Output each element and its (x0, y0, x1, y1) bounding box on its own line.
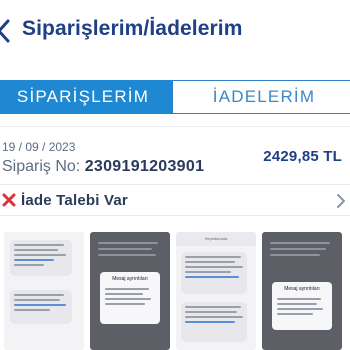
order-amount: 2429,85 TL (263, 148, 342, 165)
attachment-thumbnail[interactable]: Mesaj ayrıntıları (90, 232, 170, 350)
text-line (277, 303, 317, 305)
return-request-label: İade Talebi Var (21, 192, 128, 209)
text-line (14, 264, 44, 266)
order-date: 19 / 09 / 2023 (2, 140, 76, 154)
text-line (14, 309, 50, 311)
tab-returns[interactable]: İADELERİM (172, 80, 350, 114)
text-line (185, 261, 235, 263)
order-number: 2309191203901 (84, 158, 205, 175)
attachment-thumbnails: Mesaj ayrıntıları Hepsiburada Mesaj ayrı… (0, 232, 350, 350)
tab-bar: SİPARİŞLERİM İADELERİM (0, 80, 350, 114)
message-details-dialog: Mesaj ayrıntıları (100, 272, 160, 324)
text-line (105, 293, 143, 295)
text-line (185, 271, 231, 273)
text-line (98, 248, 152, 250)
text-line (98, 254, 156, 256)
link-line (185, 321, 235, 323)
attachment-thumbnail[interactable] (4, 232, 84, 350)
text-line (270, 248, 326, 250)
close-icon (2, 193, 16, 207)
link-line (185, 276, 239, 278)
link-line (14, 304, 66, 306)
back-chevron-icon[interactable] (0, 16, 14, 46)
top-bar: Siparişlerim/İadelerim (0, 0, 350, 62)
divider (0, 126, 350, 127)
tab-orders[interactable]: SİPARİŞLERİM (0, 80, 172, 114)
return-request-row[interactable]: İade Talebi Var (0, 184, 350, 216)
text-line (277, 298, 321, 300)
text-line (105, 303, 145, 305)
text-line (270, 254, 320, 256)
text-line (14, 244, 64, 246)
attachment-thumbnail[interactable]: Hepsiburada (176, 232, 256, 350)
sms-bubble (181, 252, 247, 294)
attachment-thumbnail[interactable]: Mesaj ayrıntıları (262, 232, 342, 350)
chevron-right-icon (336, 193, 346, 209)
page-title: Siparişlerim/İadelerim (22, 17, 243, 40)
sms-header: Hepsiburada (176, 232, 256, 246)
text-line (185, 256, 241, 258)
text-line (185, 266, 243, 268)
text-line (105, 298, 151, 300)
text-line (277, 308, 323, 310)
text-line (185, 311, 237, 313)
text-line (105, 288, 149, 290)
dialog-title: Mesaj ayrıntıları (112, 276, 148, 282)
text-line (185, 306, 241, 308)
dialog-title: Mesaj ayrıntıları (284, 286, 320, 292)
text-line (14, 249, 58, 251)
message-details-dialog: Mesaj ayrıntıları (272, 282, 332, 330)
order-number-row: Sipariş No: 2309191203901 (2, 158, 204, 176)
text-line (14, 299, 60, 301)
text-line (185, 316, 243, 318)
text-line (98, 242, 158, 244)
text-line (277, 313, 313, 315)
text-line (270, 242, 330, 244)
order-number-label: Sipariş No: (2, 158, 81, 175)
link-line (14, 259, 54, 261)
text-line (14, 254, 66, 256)
text-line (14, 294, 64, 296)
sms-sender: Hepsiburada (204, 236, 228, 241)
